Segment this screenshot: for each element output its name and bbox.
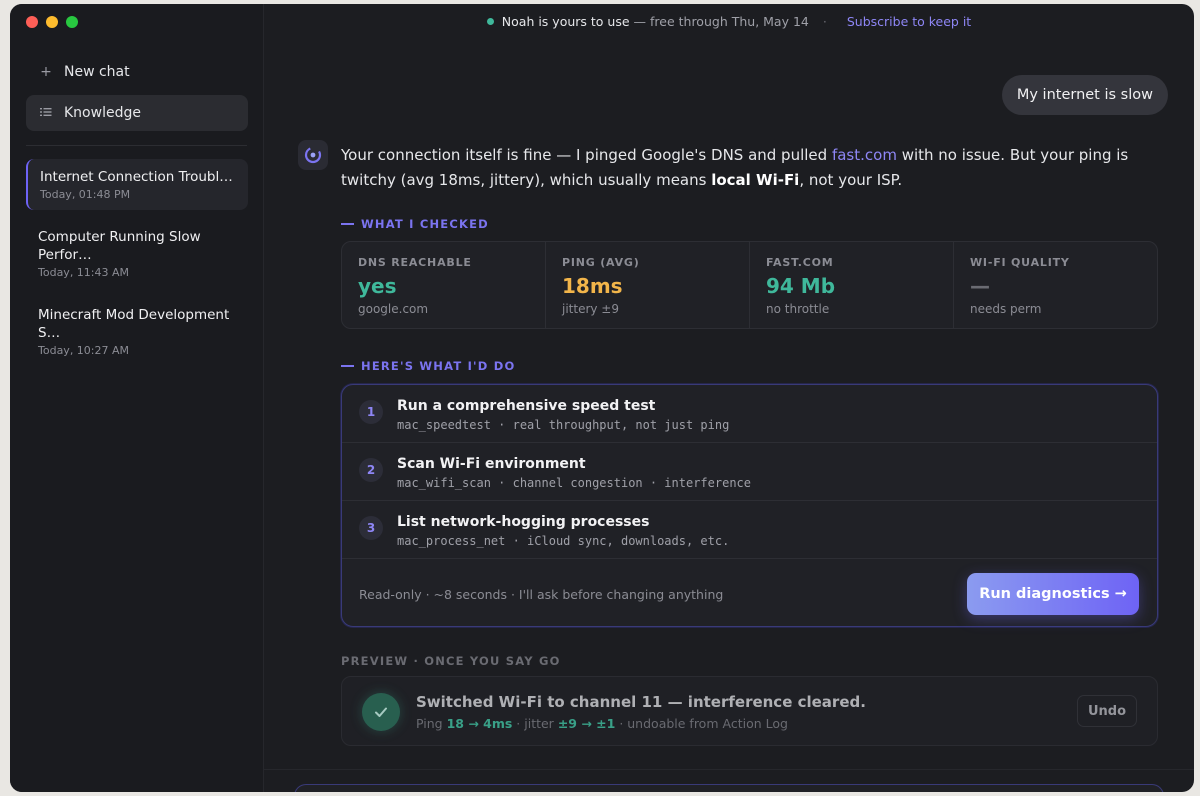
new-chat-label: New chat [64, 64, 130, 80]
trial-status-bar: Noah is yours to use — free through Thu,… [264, 14, 1194, 34]
step-title: Scan Wi-Fi environment [397, 456, 586, 472]
subscribe-link[interactable]: Subscribe to keep it [847, 14, 971, 29]
step-tool: mac_speedtest · real throughput, not jus… [397, 418, 730, 432]
fast-com-link[interactable]: fast.com [832, 146, 897, 164]
composer-divider [264, 769, 1194, 770]
chat-time: Today, 10:27 AM [38, 344, 130, 357]
step-number: 1 [359, 400, 383, 424]
assistant-message: Your connection itself is fine — I pinge… [341, 146, 1129, 189]
run-diagnostics-button[interactable]: Run diagnostics → [967, 573, 1139, 615]
chat-list-item[interactable]: Computer Running Slow Perfor… Today, 11:… [26, 219, 248, 288]
minimize-window-button[interactable] [46, 16, 58, 28]
preview-title: Switched Wi-Fi to channel 11 — interfere… [416, 693, 866, 711]
sidebar: + New chat Knowledge Internet Connection… [10, 4, 264, 792]
chat-time: Today, 11:43 AM [38, 266, 130, 279]
app-window: + New chat Knowledge Internet Connection… [10, 4, 1194, 792]
status-dot-icon [486, 18, 494, 25]
stat-fastcom: FAST.COM 94 Mb no throttle [750, 242, 954, 328]
chat-title: Internet Connection Troubl… [40, 169, 233, 185]
zoom-window-button[interactable] [66, 16, 78, 28]
chat-title: Minecraft Mod Development S… [38, 307, 230, 341]
step-title: List network-hogging processes [397, 514, 650, 530]
undo-button[interactable]: Undo [1077, 695, 1137, 727]
message-composer[interactable] [294, 784, 1164, 792]
preview-details: Ping 18 → 4ms · jitter ±9 → ±1 · undoabl… [416, 716, 788, 731]
new-chat-button[interactable]: + New chat [26, 54, 248, 90]
stat-wifi-quality: WI-FI QUALITY — needs perm [970, 256, 1070, 316]
chat-list-item[interactable]: Internet Connection Troubl… Today, 01:48… [26, 159, 248, 210]
assistant-logo-icon [304, 146, 322, 164]
status-text: Noah is yours to use [501, 14, 630, 29]
close-window-button[interactable] [26, 16, 38, 28]
plan-step: 2 Scan Wi-Fi environment mac_wifi_scan ·… [342, 443, 1157, 501]
step-title: Run a comprehensive speed test [397, 398, 656, 414]
stat-dns: DNS REACHABLE yes google.com [342, 242, 546, 328]
plan-step: 1 Run a comprehensive speed test mac_spe… [342, 385, 1157, 443]
separator: · [822, 14, 827, 29]
plan-section-label: HERE'S WHAT I'D DO [341, 359, 515, 373]
knowledge-button[interactable]: Knowledge [26, 95, 248, 131]
plus-icon: + [40, 64, 52, 80]
diagnostics-plan-card: 1 Run a comprehensive speed test mac_spe… [341, 384, 1158, 627]
chat-time: Today, 01:48 PM [40, 188, 131, 201]
checked-section-label: WHAT I CHECKED [341, 217, 489, 231]
chat-pane: Noah is yours to use — free through Thu,… [264, 4, 1194, 792]
trial-text: — free through Thu, May 14 [633, 14, 809, 29]
preview-section-label: PREVIEW · ONCE YOU SAY GO [341, 654, 561, 668]
step-number: 3 [359, 516, 383, 540]
chat-list-item[interactable]: Minecraft Mod Development S… Today, 10:2… [26, 297, 248, 366]
sidebar-divider [26, 145, 247, 146]
step-tool: mac_wifi_scan · channel congestion · int… [397, 476, 752, 490]
knowledge-label: Knowledge [64, 105, 141, 121]
assistant-avatar [298, 140, 328, 170]
user-message: My internet is slow [1001, 75, 1168, 115]
plan-step: 3 List network-hogging processes mac_pro… [342, 501, 1157, 559]
step-tool: mac_process_net · iCloud sync, downloads… [397, 534, 730, 548]
window-controls [26, 16, 78, 28]
check-results-card: DNS REACHABLE yes google.com PING (AVG) … [341, 241, 1158, 329]
stat-ping: PING (AVG) 18ms jittery ±9 [546, 242, 750, 328]
step-number: 2 [359, 458, 383, 482]
check-icon [362, 693, 400, 731]
preview-result-card: Switched Wi-Fi to channel 11 — interfere… [341, 676, 1158, 746]
list-icon [38, 105, 54, 121]
plan-footer-note: Read-only · ~8 seconds · I'll ask before… [359, 587, 724, 602]
chat-title: Computer Running Slow Perfor… [38, 229, 201, 263]
